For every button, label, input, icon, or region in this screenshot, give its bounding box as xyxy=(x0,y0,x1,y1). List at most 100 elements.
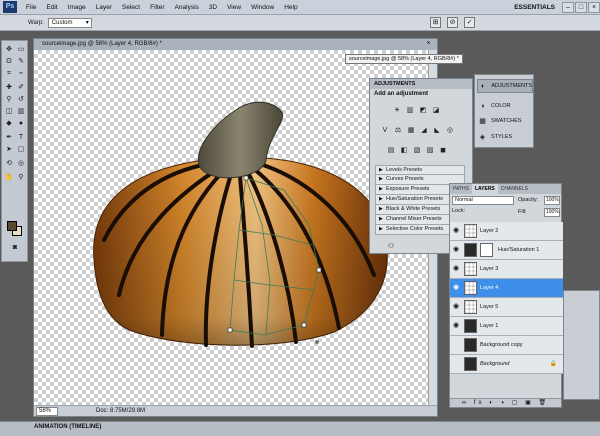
menu-window[interactable]: Window xyxy=(246,4,279,11)
quick-mask-icon[interactable]: ◙ xyxy=(10,243,20,253)
adjustment-icons-row-2: V ⚖ ▦ ◢ ◣ ◎ xyxy=(380,126,455,136)
curves-icon[interactable]: ◩ xyxy=(418,106,428,116)
vibrance-icon[interactable]: V xyxy=(380,126,390,136)
timeline-tab[interactable]: ANIMATION (TIMELINE) xyxy=(34,424,101,430)
dock-styles[interactable]: ◈ STYLES xyxy=(477,130,533,144)
panel-dock: ◐ ADJUSTMENTS ◑ COLOR ▦ SWATCHES ◈ STYLE… xyxy=(474,74,534,148)
hand-tool-icon[interactable]: ✋ xyxy=(4,173,14,183)
layer-row[interactable]: Background copy xyxy=(450,336,563,355)
menu-edit[interactable]: Edit xyxy=(41,4,62,11)
color-balance-icon[interactable]: ⚖ xyxy=(393,126,403,136)
visibility-eye-icon[interactable]: ◉ xyxy=(452,265,460,273)
menu-file[interactable]: File xyxy=(21,4,41,11)
zoom-tool-icon[interactable]: ⚲ xyxy=(16,173,26,183)
menu-view[interactable]: View xyxy=(222,4,246,11)
layer-row[interactable]: ◉ Layer 1 xyxy=(450,317,563,336)
visibility-eye-icon[interactable]: ◉ xyxy=(452,303,460,311)
document-tab[interactable]: sourceimage.jpg @ 58% (Layer 4, RGB/8#) … xyxy=(34,39,437,50)
layers-footer-actions[interactable]: ∞ fx ◐ ◑ ▢ ▣ 🗑 xyxy=(450,398,561,407)
shape-tool-icon[interactable]: ▢ xyxy=(16,145,26,155)
layer-row[interactable]: ◉ Layer 2 xyxy=(450,222,563,241)
document-close-icon[interactable]: × xyxy=(424,40,433,48)
levels-icon[interactable]: ▥ xyxy=(405,106,415,116)
visibility-eye-icon[interactable] xyxy=(452,341,460,349)
tab-layers[interactable]: LAYERS xyxy=(471,184,498,194)
hue-saturation-icon[interactable]: ▦ xyxy=(406,126,416,136)
menu-3d[interactable]: 3D xyxy=(204,4,222,11)
layer-row[interactable]: ◉ Hue/Saturation 1 xyxy=(450,241,563,260)
workspace-switcher[interactable]: ESSENTIALS xyxy=(508,4,561,11)
dodge-tool-icon[interactable]: ● xyxy=(16,119,26,129)
warp-select[interactable]: Custom xyxy=(47,17,92,28)
close-icon[interactable]: × xyxy=(588,2,600,13)
menu-layer[interactable]: Layer xyxy=(91,4,117,11)
tab-paths[interactable]: PATHS xyxy=(450,184,472,194)
visibility-eye-icon[interactable]: ◉ xyxy=(452,284,460,292)
visibility-eye-icon[interactable]: ◉ xyxy=(452,246,460,254)
path-select-tool-icon[interactable]: ➤ xyxy=(4,145,14,155)
eyedropper-tool-icon[interactable]: ⌁ xyxy=(16,69,26,79)
layer-name: Background xyxy=(480,361,510,367)
fill-label: Fill: xyxy=(518,209,527,215)
invert-icon[interactable]: ▤ xyxy=(386,146,396,156)
gradient-map-icon[interactable]: ▨ xyxy=(425,146,435,156)
move-tool-icon[interactable]: ✥ xyxy=(4,45,14,55)
warp-label: Warp: xyxy=(28,19,44,26)
tab-channels[interactable]: CHANNELS xyxy=(498,184,531,194)
brightness-contrast-icon[interactable]: ☀ xyxy=(392,106,402,116)
brush-tool-icon[interactable]: ✐ xyxy=(16,83,26,93)
adjustments-tab[interactable]: ADJUSTMENTS xyxy=(370,79,472,89)
clone-stamp-tool-icon[interactable]: ⚲ xyxy=(4,95,14,105)
fill-field[interactable]: 100% xyxy=(544,208,560,217)
collapsed-side-panel[interactable] xyxy=(563,290,600,400)
maximize-icon[interactable]: □ xyxy=(575,2,587,13)
layer-row-selected[interactable]: ◉ Layer 4 xyxy=(450,279,563,298)
type-tool-icon[interactable]: T xyxy=(16,133,26,143)
pen-tool-icon[interactable]: ✒ xyxy=(4,133,14,143)
exposure-icon[interactable]: ◪ xyxy=(431,106,441,116)
foreground-color-swatch[interactable] xyxy=(7,221,17,231)
healing-tool-icon[interactable]: ✚ xyxy=(4,83,14,93)
lasso-tool-icon[interactable]: ʘ xyxy=(4,57,14,67)
dock-swatches[interactable]: ▦ SWATCHES xyxy=(477,114,533,128)
layer-row[interactable]: Background 🔒 xyxy=(450,355,563,374)
blend-mode-select[interactable]: Normal xyxy=(452,196,514,205)
history-brush-tool-icon[interactable]: ↺ xyxy=(16,95,26,105)
warp-toggle-icon[interactable]: ⊞ xyxy=(430,17,441,28)
3d-rotate-tool-icon[interactable]: ⟲ xyxy=(4,159,14,169)
menu-image[interactable]: Image xyxy=(63,4,91,11)
clip-to-layer-icon[interactable]: ⚇ xyxy=(386,242,396,252)
channel-mixer-icon[interactable]: ◎ xyxy=(445,126,455,136)
dock-color[interactable]: ◑ COLOR xyxy=(477,99,533,113)
menu-analysis[interactable]: Analysis xyxy=(170,4,204,11)
layer-row[interactable]: ◉ Layer 3 xyxy=(450,260,563,279)
threshold-icon[interactable]: ▧ xyxy=(412,146,422,156)
menu-help[interactable]: Help xyxy=(279,4,302,11)
blur-tool-icon[interactable]: ◆ xyxy=(4,119,14,129)
commit-icon[interactable]: ✓ xyxy=(464,17,475,28)
menu-filter[interactable]: Filter xyxy=(145,4,169,11)
eraser-tool-icon[interactable]: ◫ xyxy=(4,107,14,117)
marquee-tool-icon[interactable]: ▭ xyxy=(16,45,26,55)
visibility-eye-icon[interactable]: ◉ xyxy=(452,322,460,330)
gradient-tool-icon[interactable]: ▥ xyxy=(16,107,26,117)
cancel-icon[interactable]: ⊘ xyxy=(447,17,458,28)
layer-row[interactable]: ◉ Layer 5 xyxy=(450,298,563,317)
crop-tool-icon[interactable]: ⌗ xyxy=(4,69,14,79)
visibility-eye-icon[interactable] xyxy=(452,360,460,368)
minimize-icon[interactable]: – xyxy=(562,2,574,13)
dock-adjustments[interactable]: ◐ ADJUSTMENTS xyxy=(477,79,533,93)
selective-color-icon[interactable]: ◼ xyxy=(438,146,448,156)
posterize-icon[interactable]: ◧ xyxy=(399,146,409,156)
3d-camera-tool-icon[interactable]: ◎ xyxy=(16,159,26,169)
layers-panel: PATHS LAYERS CHANNELS Normal Opacity: 10… xyxy=(449,183,563,408)
black-white-icon[interactable]: ◢ xyxy=(419,126,429,136)
quick-select-tool-icon[interactable]: ✎ xyxy=(16,57,26,67)
menu-select[interactable]: Select xyxy=(117,4,145,11)
zoom-field[interactable]: 58% xyxy=(36,406,58,416)
layer-options: Normal Opacity: 100% Lock: Fill: 100% xyxy=(452,196,561,218)
photo-filter-icon[interactable]: ◣ xyxy=(432,126,442,136)
opacity-field[interactable]: 100% xyxy=(544,196,560,205)
preset-levels[interactable]: Levels Presets xyxy=(375,165,465,175)
visibility-eye-icon[interactable]: ◉ xyxy=(452,227,460,235)
